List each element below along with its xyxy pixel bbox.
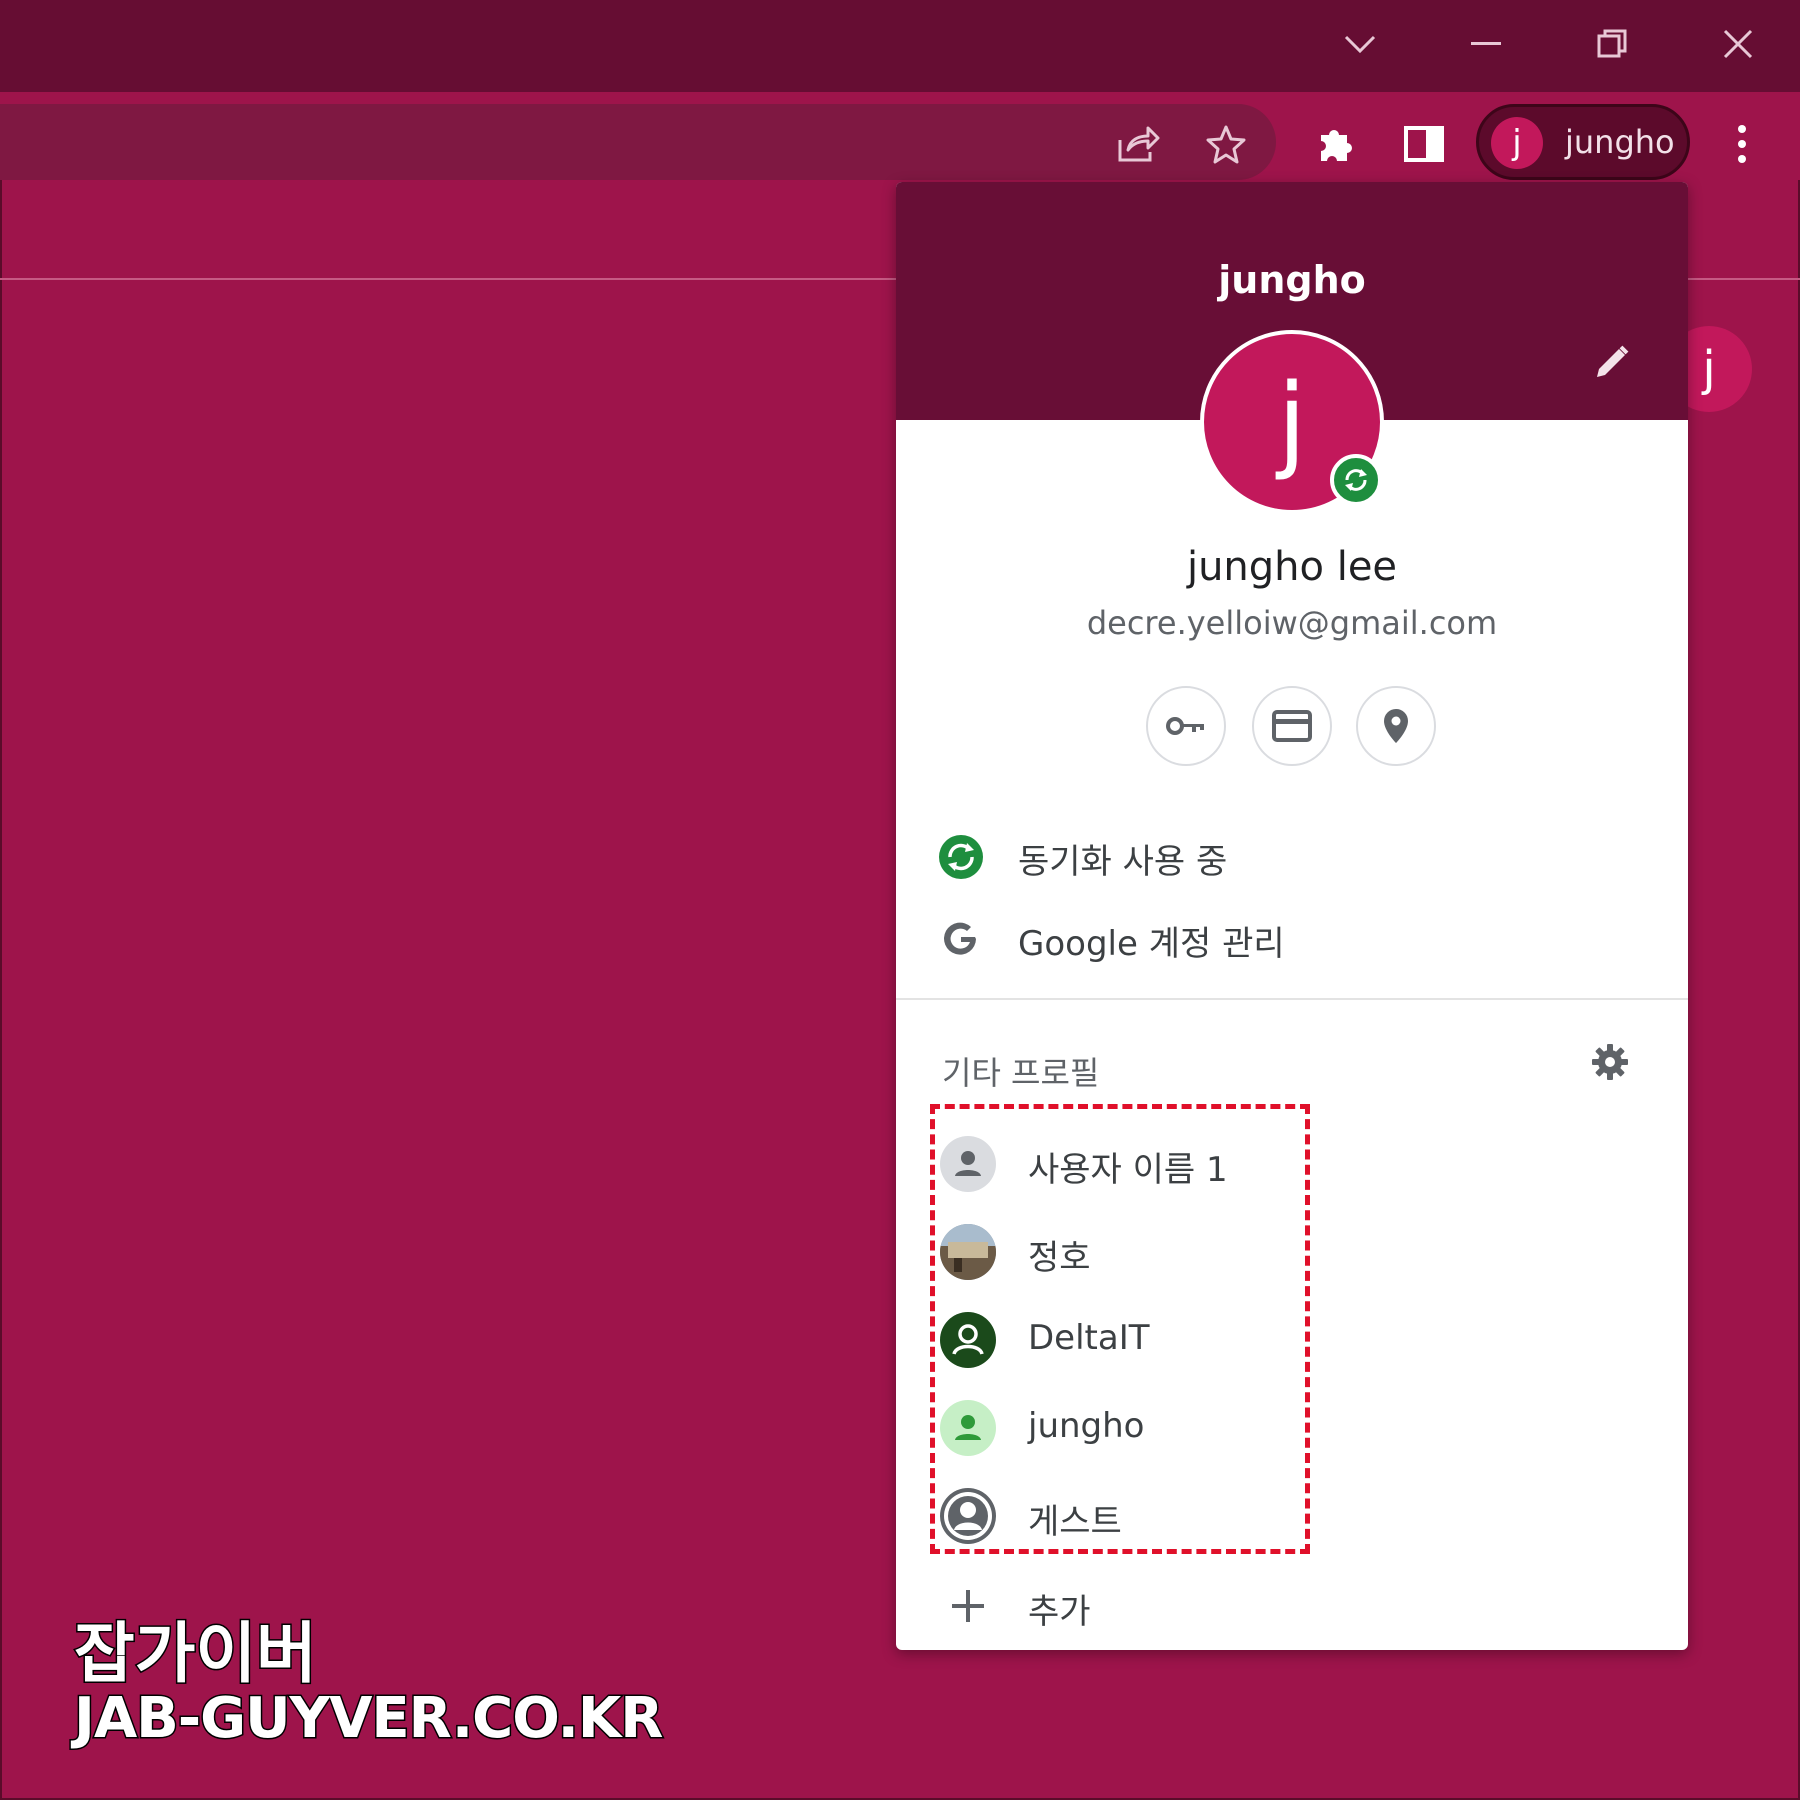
watermark-title: 잡가이버 [73,1614,319,1694]
profile-chip-name: jungho [1565,123,1675,161]
person-icon [940,1400,996,1456]
passwords-button[interactable] [1146,686,1226,766]
person-icon [940,1136,996,1192]
page-divider [1688,278,1800,280]
sync-status-label: 동기화 사용 중 [1018,842,1228,882]
sync-icon [936,832,986,882]
guest-icon [940,1488,996,1544]
person-icon [940,1312,996,1368]
profile-item[interactable]: 사용자 이름 1 [896,1124,1688,1204]
edit-profile-button[interactable] [1584,334,1640,390]
restore-button[interactable] [1582,14,1642,74]
add-profile-row[interactable]: 추가 [896,1566,1688,1646]
profile-popup: jungho j jungho lee decre.yelloiw@gmail.… [896,182,1688,1650]
chevron-down-icon [1344,35,1376,54]
minimize-icon [1471,42,1501,45]
extensions-button[interactable] [1308,116,1364,172]
profile-name: 게스트 [1028,1502,1122,1542]
section-divider [896,998,1688,1000]
restore-icon [1597,29,1627,58]
kebab-menu-icon [1738,125,1746,163]
location-pin-icon [1384,709,1408,743]
page-divider [0,278,900,280]
add-profile-label: 추가 [1028,1592,1091,1632]
bookmark-button[interactable] [1198,116,1254,172]
sync-badge [1330,454,1382,506]
manage-google-account-row[interactable]: Google 계정 관리 [896,904,1688,974]
watermark-url: JAB-GUYVER.CO.KR [72,1685,664,1753]
plus-icon [940,1578,996,1634]
google-g-icon [936,914,986,964]
profile-item[interactable]: 게스트 [896,1476,1688,1556]
close-icon [1723,29,1753,59]
sync-icon [1345,469,1367,491]
card-icon [1272,710,1312,742]
pencil-icon [1597,345,1629,377]
share-icon [1118,126,1160,162]
manage-google-account-label: Google 계정 관리 [1018,924,1285,964]
key-icon [1166,717,1204,735]
close-button[interactable] [1708,14,1768,74]
profile-item[interactable]: DeltaIT [896,1300,1688,1380]
side-panel-icon [1404,126,1444,162]
manage-profiles-button[interactable] [1582,1034,1638,1090]
other-profiles-title: 기타 프로필 [942,1054,1100,1092]
payment-methods-button[interactable] [1252,686,1332,766]
menu-button[interactable] [1714,116,1770,172]
profile-name: DeltaIT [1028,1318,1150,1358]
share-button[interactable] [1110,116,1166,172]
profile-name: 사용자 이름 1 [1028,1150,1228,1190]
profile-name: 정호 [1028,1238,1091,1278]
photo-avatar [940,1224,996,1280]
puzzle-icon [1321,130,1352,161]
sync-status-row[interactable]: 동기화 사용 중 [896,822,1688,892]
profile-name: jungho [1028,1406,1145,1446]
title-bar [0,0,1800,92]
minimize-button[interactable] [1456,14,1516,74]
profile-item[interactable]: 정호 [896,1212,1688,1292]
gear-icon [1592,1044,1628,1080]
profile-chip[interactable]: j jungho [1476,104,1690,180]
profile-chip-avatar: j [1491,117,1543,169]
side-panel-button[interactable] [1396,116,1452,172]
profile-email: decre.yelloiw@gmail.com [1086,604,1498,642]
addresses-button[interactable] [1356,686,1436,766]
profile-item[interactable]: jungho [896,1388,1688,1468]
star-icon [1206,125,1246,164]
address-bar[interactable] [0,104,1276,180]
profile-full-name: jungho lee [1186,544,1398,590]
popup-title: jungho [1218,258,1366,302]
tab-search-button[interactable] [1330,14,1390,74]
